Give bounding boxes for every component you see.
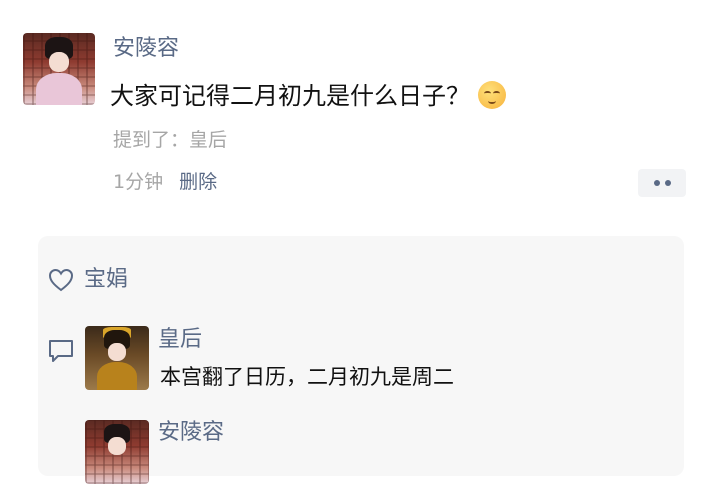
delete-button[interactable]: 删除	[179, 171, 217, 193]
avatar-face	[48, 51, 70, 72]
commenter-avatar[interactable]	[85, 420, 149, 484]
liked-by-name[interactable]: 宝娟	[84, 265, 128, 295]
more-dot-icon	[653, 180, 660, 186]
post-content: 大家可记得二月初九是什么日子？	[110, 79, 506, 113]
avatar-body	[35, 73, 83, 105]
comment-icon	[49, 340, 73, 362]
comment-author[interactable]: 皇后	[158, 325, 202, 355]
mention-line: 提到了：皇后	[113, 129, 228, 151]
commenter-avatar[interactable]	[85, 326, 149, 390]
post-text: 大家可记得二月初九是什么日子？	[110, 82, 470, 110]
heart-icon	[48, 268, 74, 292]
comment-text: 本宫翻了日历，二月初九是周二	[160, 365, 454, 389]
post-author-name[interactable]: 安陵容	[113, 34, 179, 64]
author-avatar[interactable]	[23, 33, 95, 105]
post-time: 1分钟	[113, 171, 164, 193]
comment-author[interactable]: 安陵容	[158, 418, 224, 448]
more-options-button[interactable]	[638, 169, 686, 197]
avatar-body	[96, 361, 138, 390]
post-meta: 1分钟 删除	[113, 168, 217, 196]
avatar-face	[108, 342, 126, 361]
smile-emoji-icon	[478, 81, 506, 109]
avatar-face	[108, 436, 126, 455]
more-dot-icon	[664, 180, 671, 186]
